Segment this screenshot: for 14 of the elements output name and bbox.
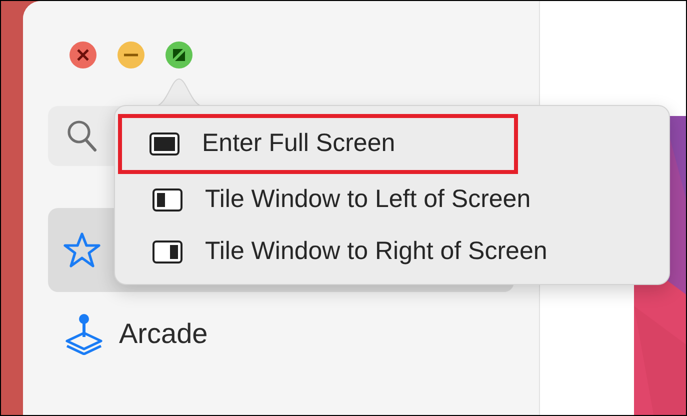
sidebar-item[interactable]: Arcade: [48, 304, 514, 364]
tile-left-icon: [152, 188, 183, 212]
joystick-icon: [63, 313, 105, 355]
fullscreen-icon: [149, 132, 180, 156]
tile-right-icon: [152, 240, 183, 264]
search-icon: [66, 119, 98, 153]
menu-item[interactable]: Tile Window to Left of Screen: [118, 174, 666, 226]
fullscreen-icon[interactable]: [165, 41, 193, 69]
minimize-icon[interactable]: [117, 41, 145, 69]
close-icon[interactable]: [69, 41, 97, 69]
menu-item[interactable]: Enter Full Screen: [118, 114, 518, 174]
sidebar-label: Arcade: [119, 317, 208, 351]
menu-item[interactable]: Tile Window to Right of Screen: [118, 226, 666, 278]
star-icon: [63, 232, 101, 268]
